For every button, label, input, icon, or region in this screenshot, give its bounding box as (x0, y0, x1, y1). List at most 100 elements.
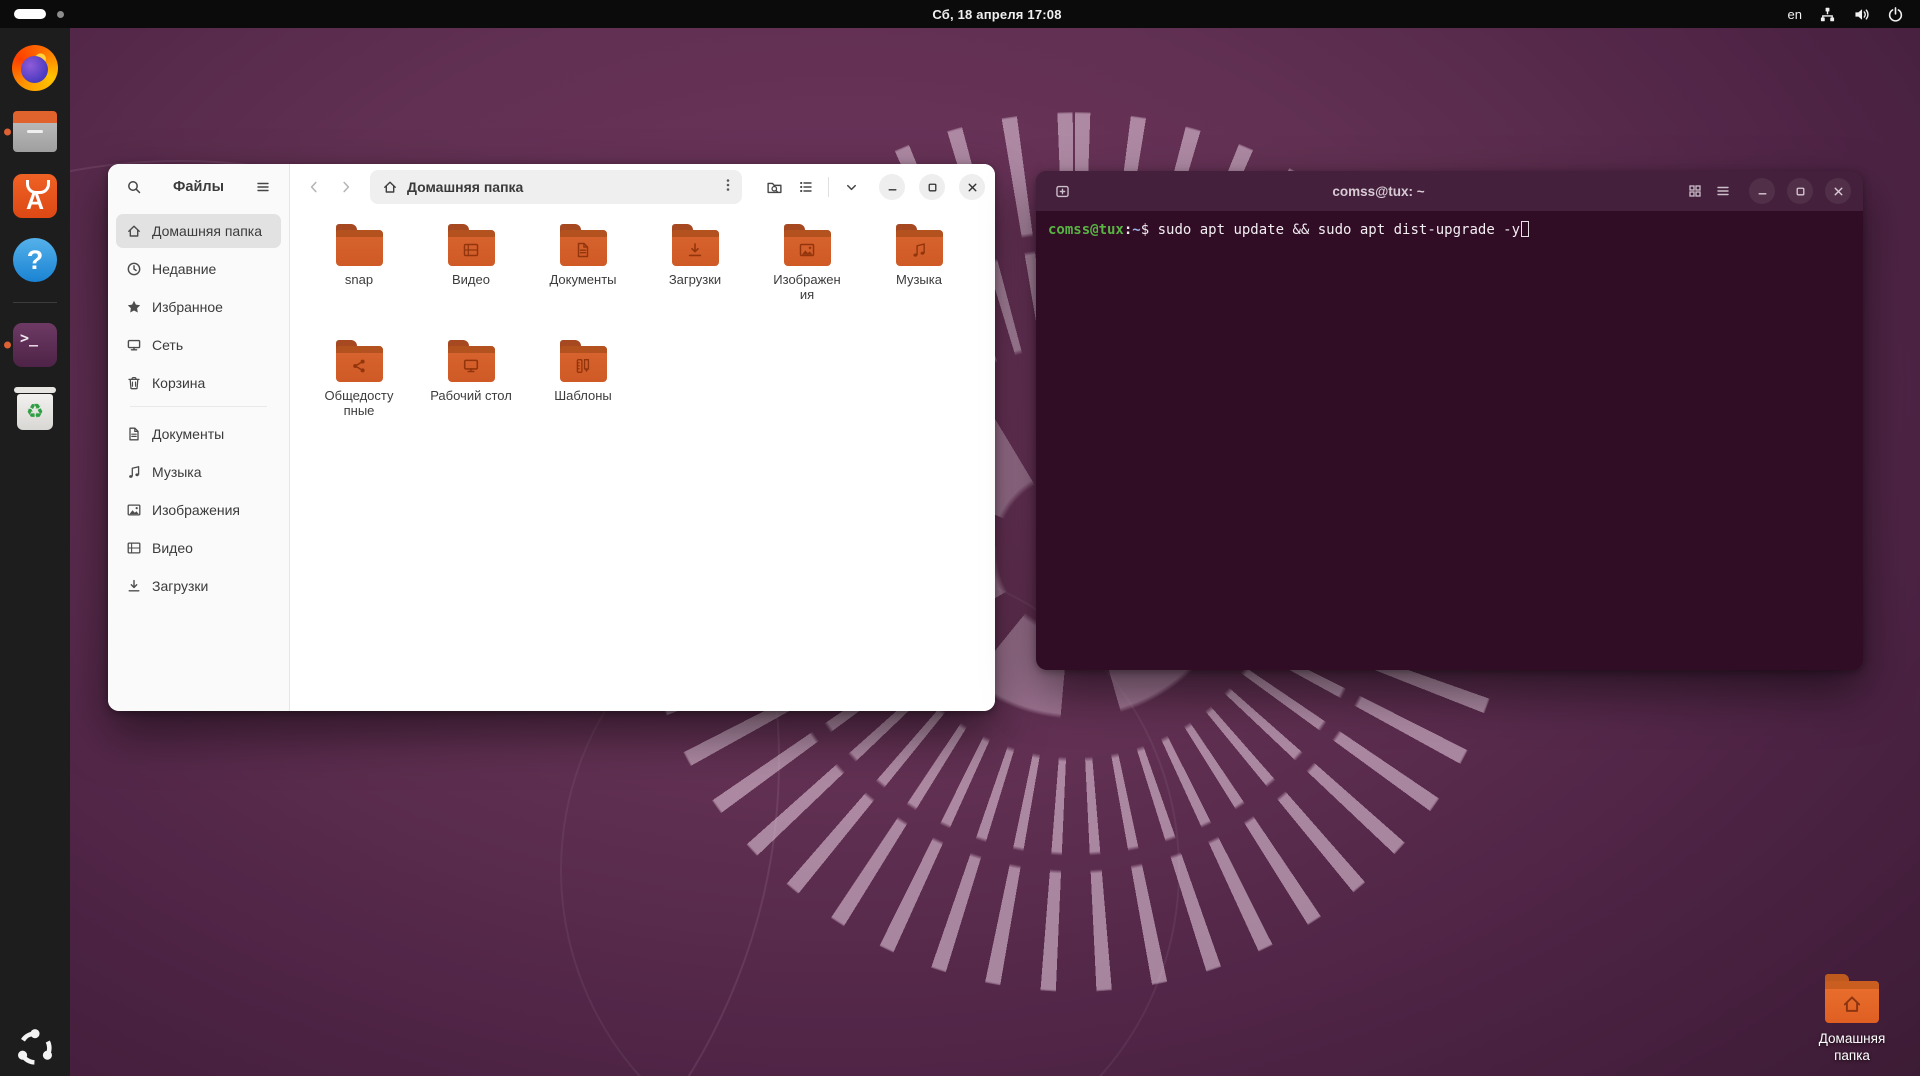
minimize-button[interactable] (1749, 178, 1775, 204)
sidebar-item-label: Домашняя папка (152, 223, 262, 239)
template-emblem-icon (574, 357, 592, 375)
image-icon (126, 502, 142, 518)
close-icon (965, 180, 980, 195)
sidebar-item-home[interactable]: Домашняя папка (116, 214, 281, 248)
sidebar-item-videos[interactable]: Видео (116, 531, 281, 565)
keyboard-layout-indicator[interactable]: en (1788, 7, 1802, 22)
video-icon (126, 540, 142, 556)
folder-label: Рабочий стол (430, 389, 512, 404)
folder-icon (560, 346, 607, 382)
sidebar-item-recent[interactable]: Недавние (116, 252, 281, 286)
app-menu-button[interactable] (249, 173, 277, 201)
back-button[interactable] (300, 173, 328, 201)
desktop-icon-label: Домашняя папка (1806, 1031, 1898, 1065)
view-options-button[interactable] (837, 173, 865, 201)
network-icon (126, 337, 142, 353)
app-title: Файлы (154, 179, 243, 195)
home-emblem-icon (1841, 993, 1863, 1015)
close-button[interactable] (1825, 178, 1851, 204)
folder-item-documents[interactable]: Документы (527, 222, 639, 338)
hamburger-icon (255, 179, 271, 195)
show-apps-icon (14, 1027, 56, 1069)
maximize-button[interactable] (1787, 178, 1813, 204)
folder-item-videos[interactable]: Видео (415, 222, 527, 338)
folder-item-pictures[interactable]: Изображен ия (751, 222, 863, 338)
folder-icon (896, 230, 943, 266)
chevron-down-icon (844, 180, 859, 195)
close-icon (1831, 184, 1846, 199)
sidebar-item-documents[interactable]: Документы (116, 417, 281, 451)
folder-icon (560, 230, 607, 266)
show-applications-button[interactable] (0, 1024, 70, 1072)
maximize-icon (925, 180, 940, 195)
dock-item-files[interactable] (0, 108, 70, 156)
terminal-title: comss@tux: ~ (1076, 184, 1681, 199)
terminal-header-bar: comss@tux: ~ (1036, 171, 1863, 211)
dock-item-ubuntu-software[interactable]: A (0, 172, 70, 220)
sidebar-item-music[interactable]: Музыка (116, 455, 281, 489)
workspace-dot (57, 11, 64, 18)
sidebar-item-trash[interactable]: Корзина (116, 366, 281, 400)
sidebar-item-starred[interactable]: Избранное (116, 290, 281, 324)
help-icon: ? (13, 238, 57, 282)
clock[interactable]: Сб, 18 апреля 17:08 (932, 0, 1061, 28)
chevron-left-icon (306, 179, 322, 195)
maximize-button[interactable] (919, 174, 945, 200)
search-in-folder-button[interactable] (760, 173, 788, 201)
sidebar-item-label: Корзина (152, 375, 205, 391)
dock-separator (13, 302, 57, 303)
terminal-body[interactable]: comss@tux:~$ sudo apt update && sudo apt… (1036, 211, 1863, 670)
search-button[interactable] (120, 173, 148, 201)
dock-item-firefox[interactable] (0, 44, 70, 92)
dock: A ? >_ ♻ (0, 28, 70, 1076)
forward-button[interactable] (332, 173, 360, 201)
folder-item-public[interactable]: Общедосту пные (303, 338, 415, 454)
power-icon (1887, 6, 1904, 23)
sidebar-item-label: Изображения (152, 502, 240, 518)
terminal-menu-button[interactable] (1709, 177, 1737, 205)
files-window: Файлы Домашняя папка Недавние Избранное (108, 164, 995, 711)
sidebar-item-pictures[interactable]: Изображения (116, 493, 281, 527)
folder-icon (336, 346, 383, 382)
prompt-path: ~ (1132, 222, 1140, 238)
current-location-label: Домашняя папка (407, 179, 711, 195)
sidebar-list: Домашняя папка Недавние Избранное Сеть К… (108, 210, 289, 611)
close-button[interactable] (959, 174, 985, 200)
ubuntu-software-icon: A (13, 174, 57, 218)
image-emblem-icon (798, 241, 816, 259)
sidebar-item-label: Загрузки (152, 578, 208, 594)
folder-item-desktop[interactable]: Рабочий стол (415, 338, 527, 454)
minimize-button[interactable] (879, 174, 905, 200)
activities-indicator[interactable] (14, 9, 64, 19)
system-status-area[interactable]: en (1772, 0, 1920, 28)
kebab-icon (720, 177, 736, 193)
folder-item-snap[interactable]: snap (303, 222, 415, 338)
firefox-icon (12, 45, 58, 91)
folder-label: Шаблоны (554, 389, 612, 404)
command-text: sudo apt update && sudo apt dist-upgrade… (1158, 222, 1520, 238)
folder-grid: snap Видео Документы (290, 210, 995, 711)
sidebar-item-network[interactable]: Сеть (116, 328, 281, 362)
folder-item-music[interactable]: Музыка (863, 222, 975, 338)
folder-icon (336, 230, 383, 266)
folder-icon (448, 230, 495, 266)
location-menu-button[interactable] (720, 177, 736, 198)
terminal-cursor (1521, 221, 1529, 237)
folder-label: Документы (549, 273, 616, 288)
tabs-overview-button[interactable] (1681, 177, 1709, 205)
folder-label: Общедосту пные (325, 389, 394, 419)
list-view-toggle-button[interactable] (792, 173, 820, 201)
recycle-glyph: ♻ (26, 402, 44, 422)
network-icon (1819, 6, 1836, 23)
dock-item-terminal[interactable]: >_ (0, 321, 70, 369)
new-tab-button[interactable] (1048, 177, 1076, 205)
dock-item-trash[interactable]: ♻ (0, 385, 70, 433)
folder-item-downloads[interactable]: Загрузки (639, 222, 751, 338)
sidebar-item-downloads[interactable]: Загрузки (116, 569, 281, 603)
video-emblem-icon (462, 241, 480, 259)
path-bar[interactable]: Домашняя папка (370, 170, 742, 204)
desktop-icon-home-folder[interactable]: Домашняя папка (1793, 973, 1911, 1065)
dock-item-help[interactable]: ? (0, 236, 70, 284)
folder-item-templates[interactable]: Шаблоны (527, 338, 639, 454)
document-emblem-icon (574, 241, 592, 259)
